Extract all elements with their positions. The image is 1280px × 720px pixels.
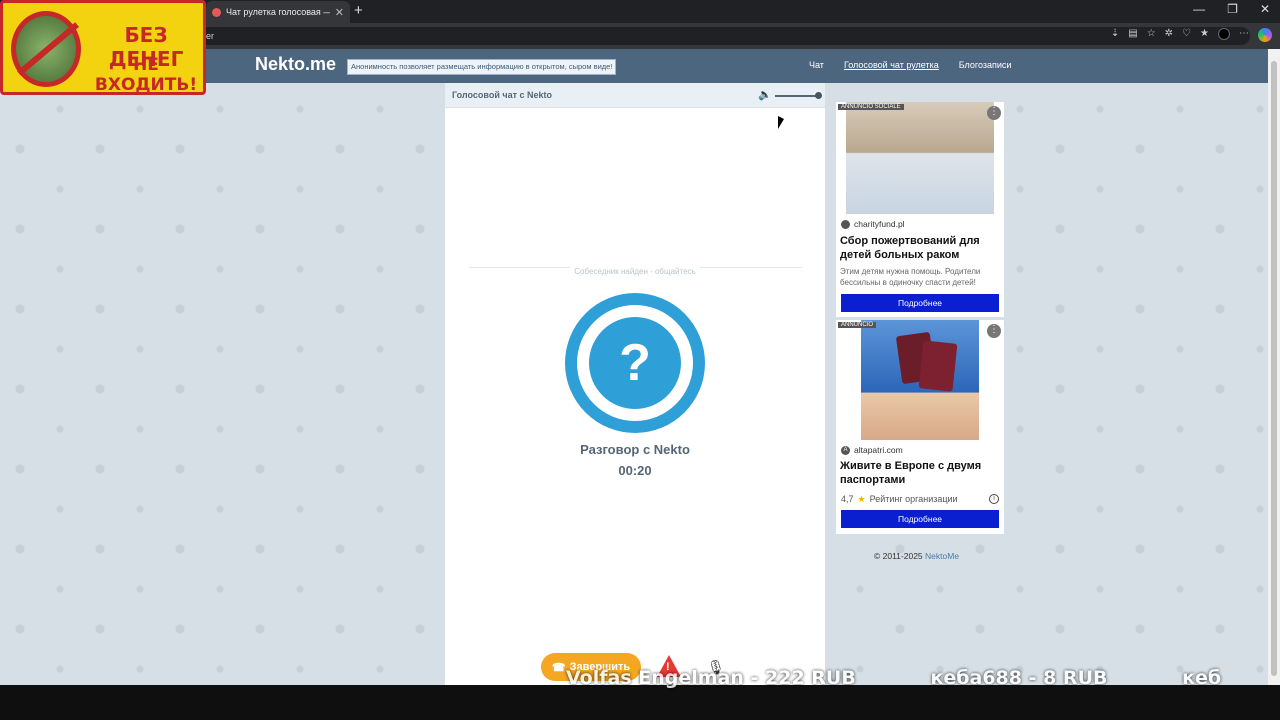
extensions-icon[interactable]: ✲ [1165,28,1173,42]
ad-domain: A altapatri.com [841,445,903,455]
copilot-icon[interactable] [1258,28,1272,42]
hangup-icon: ☎ [551,661,566,674]
nav-link-chat[interactable]: Чат [809,60,824,70]
volume-slider-knob[interactable] [815,92,822,99]
tab-favicon-icon [212,7,221,17]
page-scrollbar[interactable] [1268,49,1280,685]
ad-domain-text: charityfund.pl [854,219,905,229]
footer-link[interactable]: NektoMe [925,551,959,561]
question-mark-icon: ? [589,317,681,409]
copyright-text: © 2011-2025 [874,551,923,561]
ad-options-icon[interactable]: ⋮ [987,324,1001,338]
tab-title: Чат рулетка голосовая — N [226,7,330,17]
ad-label: ANNUNCIO [838,322,877,328]
window-controls: — ❐ ✕ [1193,2,1270,16]
no-money-sign: БЕЗ ДЕНЕГ НЕ ВХОДИТЬ! [0,0,206,95]
donation-ticker: Volfas Engelman - 222 RUB кеба688 - 8 RU… [566,667,1280,691]
voice-chat-panel: Голосовой чат с Nekto 🔈 Собеседник найде… [445,83,825,685]
browser-tab[interactable]: Чат рулетка голосовая — N ✕ [206,1,350,23]
profile-icon[interactable] [1218,28,1230,40]
rating-text: Рейтинг организации [869,494,958,504]
ad-more-button[interactable]: Подробнее [841,510,999,528]
ad-image-hospital[interactable] [846,102,994,214]
scrollbar-thumb[interactable] [1271,61,1277,676]
call-timer: 00:20 [618,463,652,478]
main-nav: Чат Голосовой чат рулетка Блогозаписи [809,60,1011,70]
performance-icon[interactable]: ♡ [1182,28,1191,42]
nav-link-blog[interactable]: Блогозаписи [959,60,1012,70]
ad-card-passport[interactable]: ANNUNCIO ⋮ A altapatri.com Живите в Евро… [836,320,1004,534]
speaker-icon[interactable]: 🔈 [758,88,772,101]
url-field[interactable]: er [200,27,1250,45]
new-tab-button[interactable]: + [354,2,363,19]
favorites-icon[interactable]: ★ [1200,28,1209,42]
ticker-item: Volfas Engelman - 222 RUB [566,667,856,689]
money-crossed-icon [11,11,81,87]
ad-card-charity[interactable]: ANNUNCIO SOCIALE ⋮ charityfund.pl Сбор п… [836,102,1004,317]
info-icon[interactable]: i [989,494,999,504]
ad-domain: charityfund.pl [841,219,905,229]
star-icon: ★ [857,493,866,504]
restore-button[interactable]: ❐ [1227,2,1238,16]
domain-favicon-icon [841,219,850,229]
conversation-label: Разговор с Nekto [580,442,690,457]
site-logo[interactable]: Nekto.me [255,54,336,75]
ad-rating: 4,7 ★ Рейтинг организации i [841,491,999,507]
chat-header: Голосовой чат с Nekto 🔈 [445,83,825,108]
ad-image-passports[interactable] [861,320,979,440]
download-icon[interactable]: ⇣ [1111,28,1119,42]
ad-options-icon[interactable]: ⋮ [987,106,1001,120]
ad-more-button[interactable]: Подробнее [841,294,999,312]
star-icon[interactable]: ☆ [1147,28,1156,42]
site-tagline: Анонимность позволяет размещать информац… [347,59,617,75]
nav-link-voice-roulette[interactable]: Голосовой чат рулетка [844,60,939,70]
chat-title: Голосовой чат с Nekto [452,90,553,100]
ad-label: ANNUNCIO SOCIALE [838,104,904,110]
mouse-cursor-icon [778,116,784,129]
status-text: Собеседник найден - общайтесь [570,267,700,276]
page: Nekto.me Анонимность позволяет размещать… [0,49,1268,685]
footer-copyright: © 2011-2025 NektoMe [874,551,959,561]
minimize-button[interactable]: — [1193,2,1205,16]
ad-domain-text: altapatri.com [854,445,903,455]
ad-title[interactable]: Сбор пожертвований для детей больных рак… [840,234,1000,262]
ad-description: Этим детям нужна помощь. Родители бессил… [840,267,981,287]
reading-icon[interactable]: ▤ [1128,28,1137,42]
ticker-item: кеба688 - 8 RUB [930,667,1108,689]
partner-avatar: ? [565,293,705,433]
browser-toolbar: ⇣ ▤ ☆ ✲ ♡ ★ ⋯ [1111,28,1272,42]
rating-value: 4,7 [841,494,854,504]
status-text-wrap: Собеседник найден - общайтесь [445,261,825,279]
domain-favicon-icon: A [841,445,850,455]
ad-title[interactable]: Живите в Европе с двумя паспортами [840,459,1000,487]
ticker-item: кеб [1182,667,1222,689]
sign-line-2: НЕ ВХОДИТЬ! [94,55,198,95]
tab-close-icon[interactable]: ✕ [335,6,344,19]
close-window-button[interactable]: ✕ [1260,2,1270,16]
menu-icon[interactable]: ⋯ [1239,28,1249,42]
volume-slider[interactable] [775,92,822,99]
